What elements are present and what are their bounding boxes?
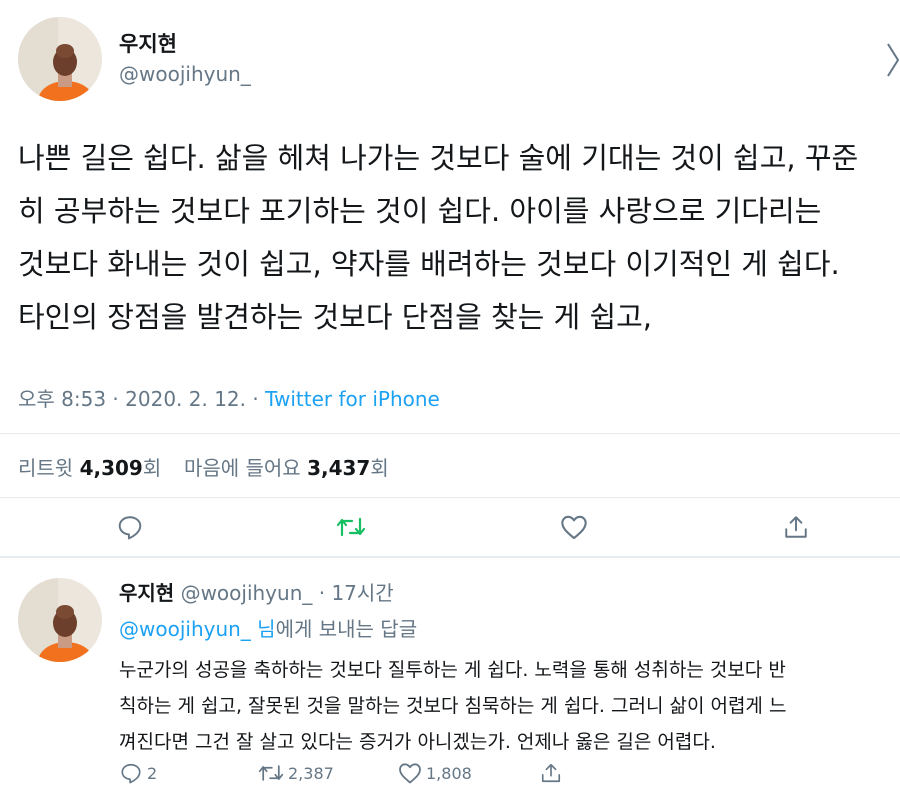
- author-name[interactable]: 우지현: [119, 28, 177, 58]
- reply-header: 우지현 @woojihyun_ · 17시간: [119, 577, 394, 606]
- reply-to-suffix: 에게 보내는 답글: [275, 617, 418, 641]
- reply-text-line: 껴진다면 그건 잘 살고 있다는 증거가 아니겠는가. 언제나 옳은 길은 어렵…: [119, 731, 716, 753]
- reply-share-button[interactable]: [540, 762, 566, 784]
- tweet-source-link[interactable]: Twitter for iPhone: [265, 387, 440, 411]
- share-button[interactable]: [781, 512, 811, 542]
- retweet-count: 4,309: [79, 456, 143, 480]
- reply-text-line: 누군가의 성공을 축하하는 것보다 질투하는 게 쉽다. 노력을 통해 성취하는…: [119, 659, 786, 681]
- heart-icon: [561, 515, 587, 540]
- like-stat-suffix: 회: [370, 456, 389, 480]
- like-button[interactable]: [558, 512, 590, 542]
- tweet-timestamp[interactable]: 오후 8:53 · 2020. 2. 12. ·: [18, 387, 265, 411]
- reply-to-honorific[interactable]: 님: [251, 617, 275, 641]
- more-menu-icon[interactable]: [886, 40, 900, 80]
- reply-author-name[interactable]: 우지현: [119, 581, 174, 605]
- reply-icon: [121, 763, 141, 784]
- tweet-text-line: 나쁜 길은 쉽다. 삶을 헤쳐 나가는 것보다 술에 기대는 것이 쉽고, 꾸준: [18, 141, 859, 175]
- retweet-stat[interactable]: 리트윗 4,309회: [18, 456, 161, 480]
- tweet-text: 나쁜 길은 쉽다. 삶을 헤쳐 나가는 것보다 술에 기대는 것이 쉽고, 꾸준…: [18, 132, 858, 344]
- retweet-stat-suffix: 회: [142, 456, 162, 480]
- share-icon: [785, 516, 807, 538]
- reply-time-separator: ·: [312, 581, 332, 605]
- share-icon: [541, 763, 561, 783]
- reply-retweet-count: 2,387: [288, 763, 334, 783]
- tweet-text-line: 것보다 화내는 것이 쉽고, 약자를 배려하는 것보다 이기적인 게 쉽다.: [18, 247, 840, 281]
- retweet-icon: [258, 765, 284, 781]
- avatar-image: [18, 17, 102, 101]
- reply-time-ago[interactable]: 17시간: [331, 581, 393, 605]
- section-separator: [0, 556, 900, 558]
- reply-reply-count: 2: [147, 763, 158, 783]
- reply-text: 누군가의 성공을 축하하는 것보다 질투하는 게 쉽다. 노력을 통해 성취하는…: [119, 652, 786, 760]
- divider: [0, 497, 900, 498]
- heart-icon: [399, 763, 421, 784]
- tweet-meta: 오후 8:53 · 2020. 2. 12. · Twitter for iPh…: [18, 383, 440, 412]
- like-stat-label: 마음에 들어요: [183, 456, 308, 480]
- reply-author-avatar[interactable]: [18, 578, 102, 662]
- reply-icon: [118, 516, 142, 540]
- divider: [0, 433, 900, 434]
- reply-button[interactable]: [115, 512, 145, 542]
- reply-to-handle-link[interactable]: @woojihyun_: [119, 617, 251, 641]
- author-handle[interactable]: @woojihyun_: [119, 62, 251, 86]
- reply-like-button[interactable]: 1,808: [398, 762, 472, 784]
- avatar-image: [18, 578, 102, 662]
- reply-retweet-button[interactable]: 2,387: [258, 762, 334, 784]
- reply-to-line: @woojihyun_ 님에게 보내는 답글: [119, 613, 417, 642]
- retweet-icon: [336, 517, 366, 537]
- reply-like-count: 1,808: [426, 763, 472, 783]
- like-count: 3,437: [307, 456, 371, 480]
- tweet-text-line: 히 공부하는 것보다 포기하는 것이 쉽다. 아이를 사랑으로 기다리는: [18, 194, 822, 228]
- tweet-text-line: 타인의 장점을 발견하는 것보다 단점을 찾는 게 쉽고,: [18, 300, 653, 334]
- reply-reply-button[interactable]: 2: [119, 762, 157, 784]
- author-avatar[interactable]: [18, 17, 102, 101]
- reply-author-handle[interactable]: @woojihyun_: [181, 581, 313, 605]
- tweet-stats: 리트윗 4,309회 마음에 들어요 3,437회: [18, 452, 389, 481]
- retweet-stat-label: 리트윗: [18, 456, 80, 480]
- like-stat[interactable]: 마음에 들어요 3,437회: [184, 456, 389, 480]
- reply-text-line: 칙하는 게 쉽고, 잘못된 것을 말하는 것보다 침묵하는 게 쉽다. 그러니 …: [119, 695, 787, 717]
- retweet-button[interactable]: [335, 512, 367, 542]
